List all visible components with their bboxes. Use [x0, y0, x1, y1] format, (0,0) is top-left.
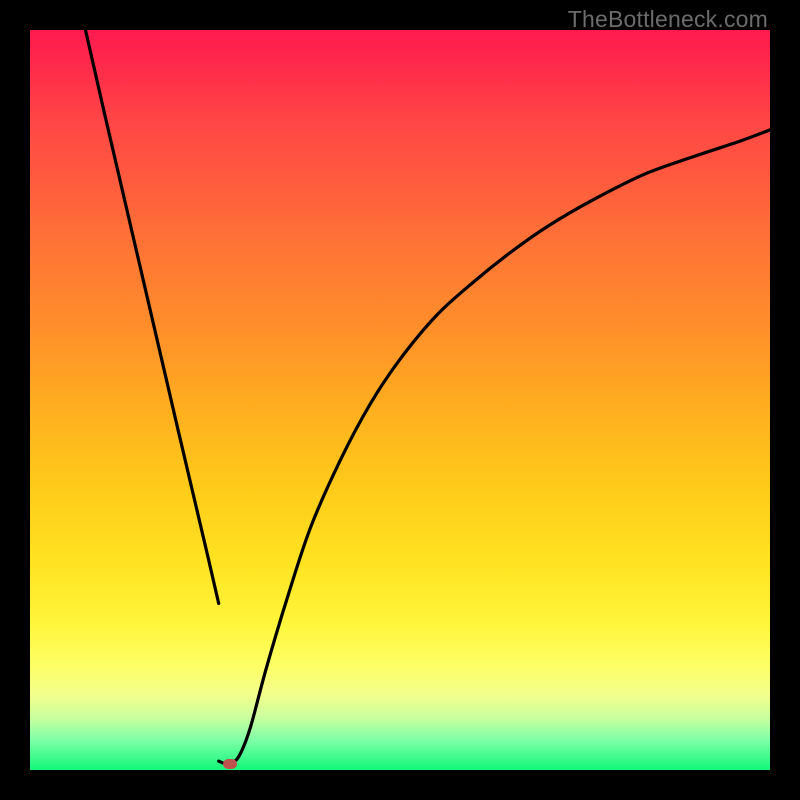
curve-right-branch — [219, 130, 770, 764]
chart-stage: TheBottleneck.com — [0, 0, 800, 800]
curve-svg — [30, 30, 770, 770]
curve-left-branch — [86, 30, 219, 604]
plot-area — [30, 30, 770, 770]
minimum-marker — [223, 759, 237, 769]
watermark-text: TheBottleneck.com — [568, 6, 768, 33]
